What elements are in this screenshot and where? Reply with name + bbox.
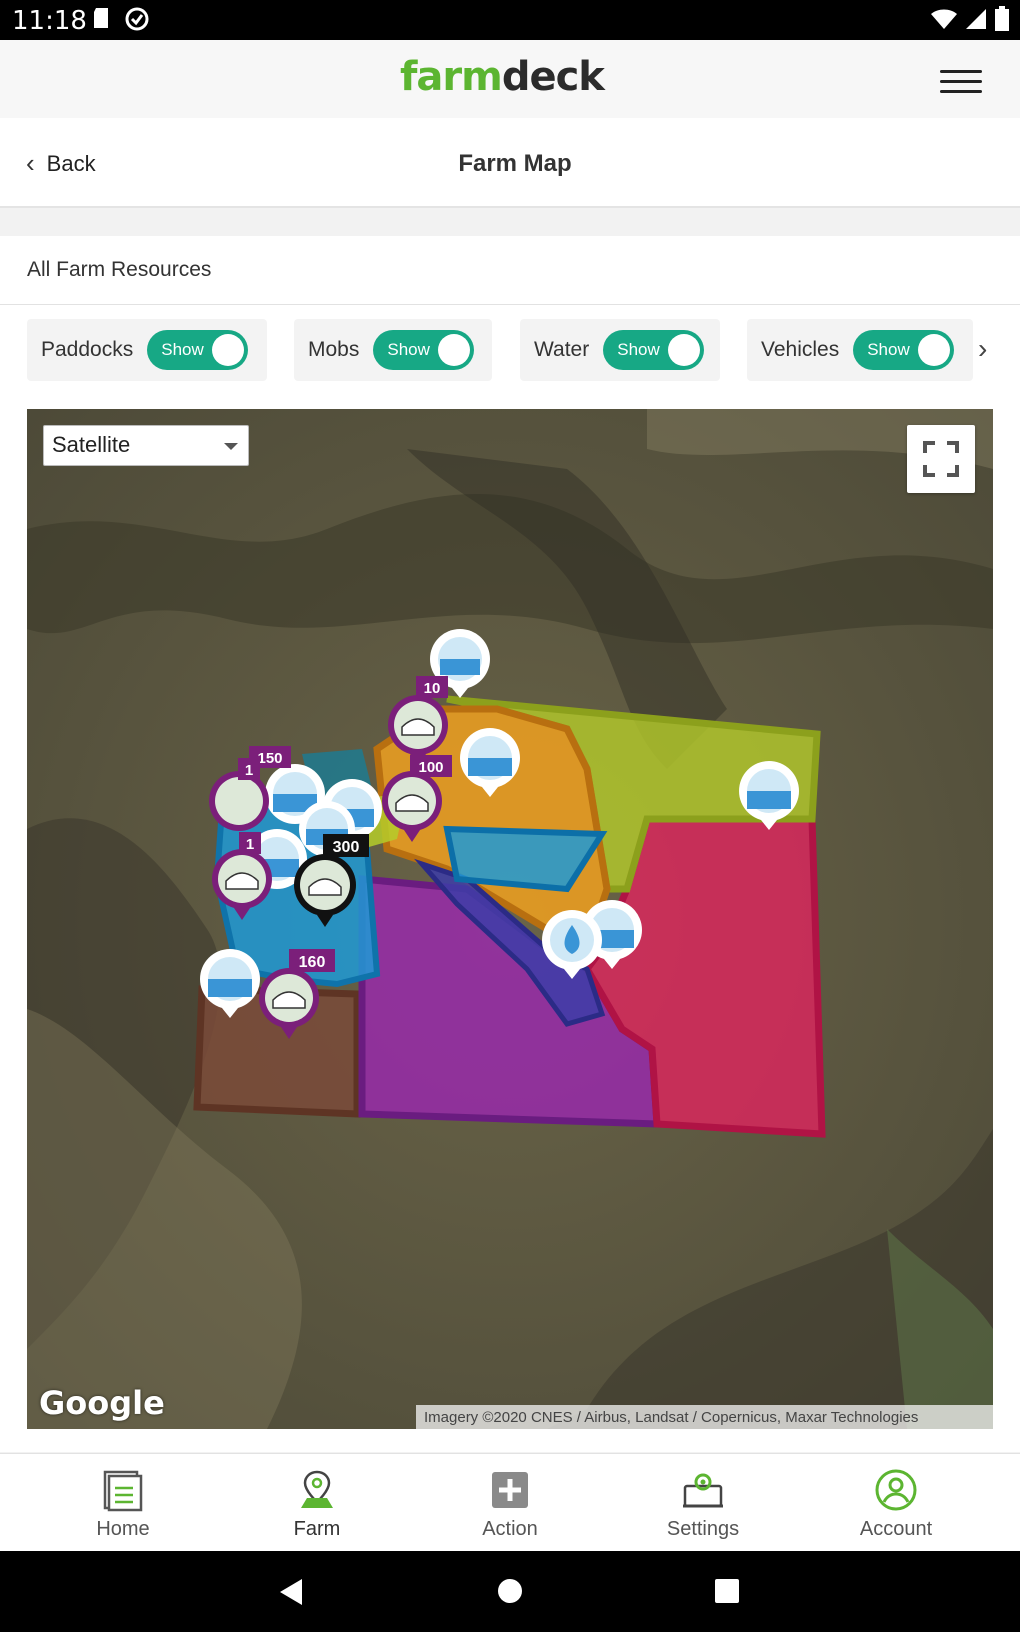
mob-count-badge: 150	[257, 750, 282, 767]
filter-vehicles: Vehicles Show	[747, 319, 973, 381]
hamburger-menu-icon[interactable]	[940, 70, 982, 93]
filter-label: Vehicles	[761, 338, 840, 361]
wifi-icon	[931, 9, 957, 29]
filter-water: Water Show	[520, 319, 720, 381]
system-navigation-bar	[0, 1551, 1020, 1632]
mob-count-badge: 300	[333, 839, 360, 856]
satellite-imagery: 10 100 150 1 1 300 160	[27, 409, 993, 1429]
status-time: 11:18	[12, 6, 87, 36]
farm-map-pin-icon	[301, 1470, 333, 1508]
chevron-down-icon	[224, 443, 238, 450]
back-triangle-icon[interactable]	[278, 1577, 304, 1607]
chevron-right-icon[interactable]: ›	[978, 333, 987, 365]
recents-square-icon[interactable]	[715, 1579, 739, 1603]
settings-gear-icon	[683, 1473, 723, 1508]
fullscreen-button[interactable]	[907, 425, 975, 493]
water-toggle[interactable]: Show	[603, 330, 705, 370]
bottom-navigation: Home Farm Action Settings Account	[0, 1453, 1020, 1551]
sd-card-icon	[94, 8, 108, 28]
farm-map[interactable]: 10 100 150 1 1 300 160 Satellite Google …	[27, 409, 993, 1429]
sync-icon	[125, 7, 149, 31]
vehicles-toggle[interactable]: Show	[853, 330, 955, 370]
plus-icon	[492, 1472, 528, 1508]
page-title: Farm Map	[458, 150, 572, 177]
fullscreen-icon	[923, 441, 959, 477]
map-type-select[interactable]: Satellite	[43, 425, 249, 466]
card-title: All Farm Resources	[27, 258, 212, 281]
home-icon	[103, 1470, 143, 1512]
nav-settings[interactable]: Settings	[623, 1454, 783, 1552]
nav-farm[interactable]: Farm	[237, 1454, 397, 1552]
account-icon	[875, 1469, 917, 1511]
mobs-toggle[interactable]: Show	[373, 330, 475, 370]
filter-label: Mobs	[308, 338, 360, 361]
mob-count-badge: 100	[418, 759, 443, 776]
mob-count-badge: 1	[245, 762, 253, 779]
nav-account[interactable]: Account	[816, 1454, 976, 1552]
mob-count-badge: 160	[299, 954, 326, 971]
filter-label: Water	[534, 338, 590, 361]
status-bar: 11:18	[0, 0, 1020, 40]
battery-icon	[995, 6, 1009, 31]
divider	[0, 304, 1020, 305]
home-circle-icon[interactable]	[497, 1578, 523, 1604]
map-attribution[interactable]: Imagery ©2020 CNES / Airbus, Landsat / C…	[416, 1405, 993, 1429]
mob-count-badge: 1	[246, 836, 254, 853]
page-subheader: ‹ Back Farm Map	[0, 118, 1020, 208]
paddocks-toggle[interactable]: Show	[147, 330, 249, 370]
nav-home[interactable]: Home	[43, 1454, 203, 1552]
mob-count-badge: 10	[424, 680, 441, 697]
app-header: farmdeck	[0, 40, 1020, 118]
signal-icon	[966, 9, 986, 29]
nav-action[interactable]: Action	[430, 1454, 590, 1552]
filter-paddocks: Paddocks Show	[27, 319, 267, 381]
google-logo: Google	[39, 1384, 165, 1422]
filter-label: Paddocks	[41, 338, 134, 361]
farmdeck-logo[interactable]: farmdeck	[400, 54, 605, 100]
filter-mobs: Mobs Show	[294, 319, 492, 381]
